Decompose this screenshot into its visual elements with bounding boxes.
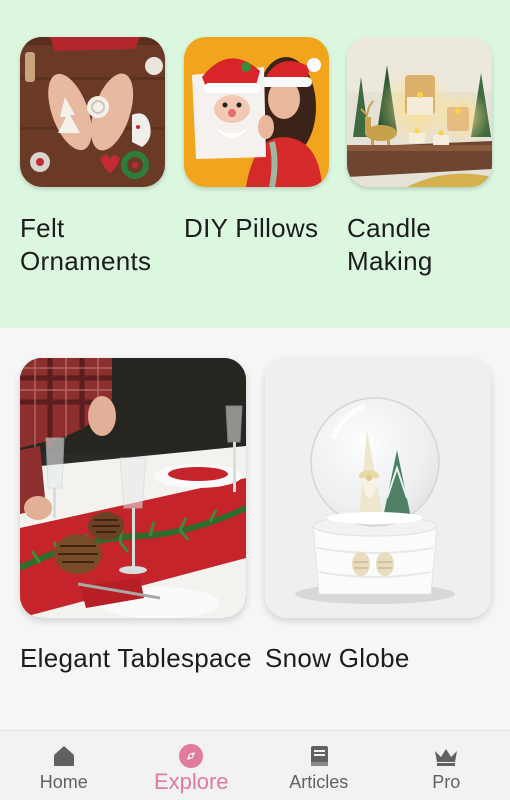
featured-card-diy-pillows[interactable]: DIY Pillows: [184, 37, 329, 243]
projects-section: Elegant Tablespace Snow Globe: [0, 328, 510, 730]
nav-home[interactable]: Home: [0, 731, 128, 800]
project-card-title: Elegant Tablespace: [20, 643, 252, 673]
home-icon: [53, 746, 74, 766]
project-card-title: Snow Globe: [265, 643, 410, 673]
nav-explore[interactable]: Explore: [128, 731, 256, 800]
featured-card-felt-ornaments[interactable]: Felt Ornaments: [20, 37, 165, 276]
nav-articles-label: Articles: [289, 772, 349, 792]
book-icon: [310, 746, 328, 766]
candle-making-photo[interactable]: [347, 37, 492, 187]
featured-card-title: Candle Making: [347, 213, 433, 276]
nav-home-label: Home: [39, 772, 88, 792]
nav-pro[interactable]: Pro: [383, 731, 510, 800]
nav-pro-label: Pro: [432, 772, 461, 792]
nav-explore-label: Explore: [153, 769, 229, 794]
featured-card-title: DIY Pillows: [184, 213, 319, 243]
crown-icon: [435, 749, 458, 766]
bottom-navigation: Home Explore Articles Pro: [0, 730, 510, 800]
table-setting-photo[interactable]: [20, 358, 246, 618]
nav-articles[interactable]: Articles: [255, 731, 383, 800]
compass-icon: [179, 744, 204, 768]
snow-globe-photo[interactable]: [265, 358, 491, 618]
featured-card-candle-making[interactable]: Candle Making: [347, 37, 492, 276]
project-card-elegant-tablespace[interactable]: Elegant Tablespace: [20, 358, 252, 673]
felt-ornaments-photo[interactable]: [20, 37, 165, 187]
featured-section: Felt Ornaments DIY Pillows Candle Making: [0, 0, 510, 328]
project-card-snow-globe[interactable]: Snow Globe: [265, 358, 491, 673]
diy-pillows-photo[interactable]: [184, 37, 329, 187]
featured-card-title: Felt Ornaments: [20, 213, 152, 276]
